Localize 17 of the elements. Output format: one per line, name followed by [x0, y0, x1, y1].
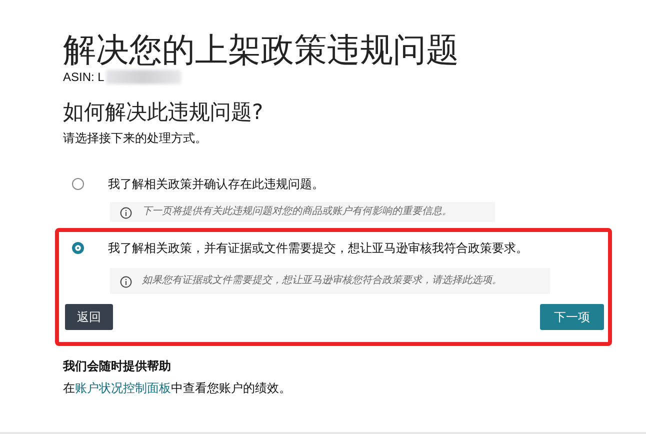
radio-button[interactable]	[72, 242, 84, 254]
info-icon	[120, 207, 132, 219]
option-label[interactable]: 我了解相关政策并确认存在此违规问题。	[108, 176, 324, 192]
next-button[interactable]: 下一项	[540, 304, 604, 330]
section-heading: 如何解决此违规问题?	[63, 99, 264, 126]
radio-button[interactable]	[72, 178, 84, 190]
help-text: 在账户状况控制面板中查看您账户的绩效。	[63, 380, 292, 396]
back-button[interactable]: 返回	[65, 304, 113, 330]
option-label[interactable]: 我了解相关政策，并有证据或文件需要提交，想让亚马逊审核我符合政策要求。	[108, 240, 528, 256]
info-icon	[120, 276, 132, 288]
asin-label: ASIN: L	[63, 70, 104, 84]
help-heading: 我们会随时提供帮助	[63, 358, 172, 374]
info-text: 如果您有证据或文件需要提交，想让亚马逊审核您符合政策要求，请选择此选项。	[142, 274, 502, 288]
info-text: 下一页将提供有关此违规问题对您的商品或账户有何影响的重要信息。	[142, 205, 452, 219]
page-title: 解决您的上架政策违规问题	[63, 30, 460, 70]
instruction-text: 请选择接下来的处理方式。	[63, 130, 208, 146]
dashboard-link[interactable]: 账户状况控制面板	[75, 381, 171, 395]
